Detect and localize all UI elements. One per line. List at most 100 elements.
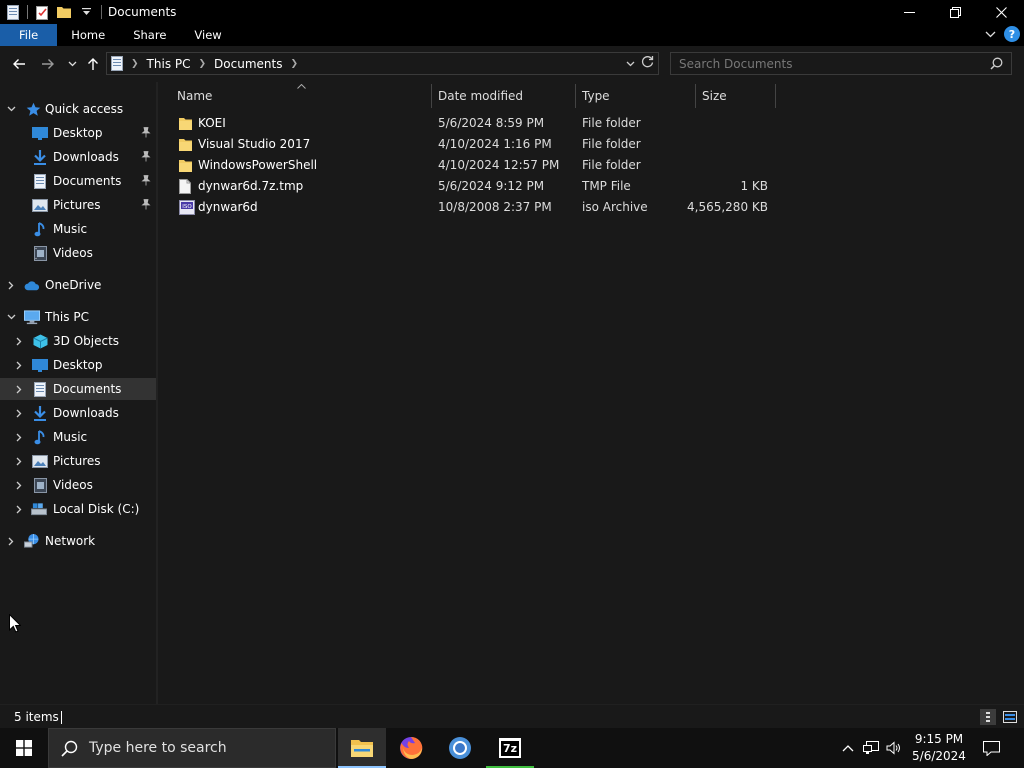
folder-icon <box>179 116 193 131</box>
star-icon <box>25 101 41 117</box>
expand-chevron-icon[interactable] <box>14 408 24 418</box>
file-row-windowspowershell[interactable]: WindowsPowerShell 4/10/2024 12:57 PM Fil… <box>174 155 774 176</box>
file-name: dynwar6d <box>198 200 258 214</box>
nav-pc-documents[interactable]: Documents <box>0 378 156 400</box>
tab-share[interactable]: Share <box>119 24 180 46</box>
breadcrumb-this-pc[interactable]: This PC <box>147 57 191 71</box>
breadcrumb-separator-icon[interactable]: ❯ <box>131 59 139 69</box>
nav-quick-access[interactable]: Quick access <box>0 98 156 120</box>
file-name: KOEI <box>198 116 226 130</box>
pin-icon[interactable] <box>141 199 151 213</box>
expand-chevron-icon[interactable] <box>14 384 24 394</box>
expand-chevron-icon[interactable] <box>14 360 24 370</box>
taskbar-clock[interactable]: 9:15 PM 5/6/2024 <box>905 731 973 765</box>
expand-chevron-icon[interactable] <box>14 456 24 466</box>
column-header-date-modified[interactable]: Date modified <box>438 84 523 108</box>
nav-quick-videos[interactable]: Videos <box>0 242 156 264</box>
nav-quick-pictures[interactable]: Pictures <box>0 194 156 216</box>
tab-file[interactable]: File <box>0 24 58 46</box>
file-date: 4/10/2024 1:16 PM <box>438 137 552 151</box>
taskbar-file-explorer[interactable] <box>338 728 386 768</box>
taskbar-search-input[interactable]: Type here to search <box>89 740 227 756</box>
refresh-icon[interactable] <box>641 55 654 71</box>
nav-this-pc[interactable]: This PC <box>0 306 156 328</box>
nav-quick-music[interactable]: Music <box>0 218 156 240</box>
expand-chevron-icon[interactable] <box>14 480 24 490</box>
expand-chevron-icon[interactable] <box>6 536 16 546</box>
expand-chevron-icon[interactable] <box>6 280 16 290</box>
column-divider[interactable] <box>431 84 432 108</box>
search-box[interactable]: Search Documents <box>670 52 1012 75</box>
volume-tray-button[interactable] <box>884 728 904 768</box>
expand-chevron-icon[interactable] <box>14 432 24 442</box>
expand-ribbon-chevron-icon[interactable] <box>985 27 996 41</box>
address-dropdown-chevron-icon[interactable] <box>626 56 635 70</box>
nav-item-label: Documents <box>53 382 122 396</box>
taskbar-chrome[interactable] <box>436 728 484 768</box>
show-hidden-icons-button[interactable] <box>838 728 858 768</box>
properties-icon[interactable] <box>34 4 50 20</box>
document-app-icon[interactable] <box>5 4 21 20</box>
breadcrumb-separator-icon[interactable]: ❯ <box>290 59 298 69</box>
up-button[interactable] <box>83 54 103 74</box>
tab-view[interactable]: View <box>180 24 235 46</box>
nav-quick-documents[interactable]: Documents <box>0 170 156 192</box>
nav-network[interactable]: Network <box>0 530 156 552</box>
recent-locations-button[interactable] <box>62 54 82 74</box>
search-input[interactable]: Search Documents <box>679 57 792 71</box>
nav-pc-downloads[interactable]: Downloads <box>0 402 156 424</box>
column-divider[interactable] <box>575 84 576 108</box>
large-icons-view-button[interactable] <box>1002 709 1018 725</box>
collapse-chevron-icon[interactable] <box>6 104 16 114</box>
nav-pc-videos[interactable]: Videos <box>0 474 156 496</box>
collapse-chevron-icon[interactable] <box>6 312 16 322</box>
new-folder-icon[interactable] <box>56 4 72 20</box>
taskbar-7zip[interactable]: 7z <box>486 728 534 768</box>
download-arrow-icon <box>32 149 48 165</box>
forward-arrow-icon <box>42 59 54 69</box>
taskbar-search-box[interactable]: Type here to search <box>48 728 336 768</box>
notification-icon <box>982 740 1000 756</box>
file-row-dynwar6d[interactable]: ISO dynwar6d 10/8/2008 2:37 PM iso Archi… <box>174 197 774 218</box>
column-header-size[interactable]: Size <box>702 84 727 108</box>
nav-pc-3d-objects[interactable]: 3D Objects <box>0 330 156 352</box>
firefox-icon <box>400 736 423 759</box>
details-view-button[interactable] <box>980 709 996 725</box>
nav-pc-desktop[interactable]: Desktop <box>0 354 156 376</box>
file-row-visual-studio-2017[interactable]: Visual Studio 2017 4/10/2024 1:16 PM Fil… <box>174 134 774 155</box>
pin-icon[interactable] <box>141 151 151 165</box>
expand-chevron-icon[interactable] <box>14 336 24 346</box>
restore-button[interactable] <box>932 0 978 24</box>
close-button[interactable] <box>978 0 1024 24</box>
customize-qat-chevron-icon[interactable] <box>78 4 94 20</box>
chevron-up-icon <box>842 744 854 751</box>
column-divider[interactable] <box>775 84 776 108</box>
start-button[interactable] <box>0 728 48 768</box>
expand-chevron-icon[interactable] <box>14 504 24 514</box>
pin-icon[interactable] <box>141 127 151 141</box>
tab-home[interactable]: Home <box>57 24 119 46</box>
breadcrumb-documents[interactable]: Documents <box>214 57 282 71</box>
address-bar[interactable]: ❯ This PC ❯ Documents ❯ <box>106 52 659 75</box>
nav-pc-music[interactable]: Music <box>0 426 156 448</box>
nav-quick-desktop[interactable]: Desktop <box>0 122 156 144</box>
column-header-name[interactable]: Name <box>177 84 212 108</box>
action-center-button[interactable] <box>980 728 1002 768</box>
nav-onedrive[interactable]: OneDrive <box>0 274 156 296</box>
column-divider[interactable] <box>695 84 696 108</box>
nav-pc-pictures[interactable]: Pictures <box>0 450 156 472</box>
folder-icon <box>179 137 193 152</box>
minimize-button[interactable] <box>886 0 932 24</box>
help-icon[interactable]: ? <box>1004 26 1020 42</box>
network-tray-button[interactable] <box>861 728 881 768</box>
file-row-dynwar6d-7z-tmp[interactable]: dynwar6d.7z.tmp 5/6/2024 9:12 PM TMP Fil… <box>174 176 774 197</box>
breadcrumb-separator-icon[interactable]: ❯ <box>199 59 207 69</box>
pin-icon[interactable] <box>141 175 151 189</box>
file-row-koei[interactable]: KOEI 5/6/2024 8:59 PM File folder <box>174 113 774 134</box>
column-header-type[interactable]: Type <box>582 84 610 108</box>
forward-button[interactable] <box>38 54 58 74</box>
taskbar-firefox[interactable] <box>387 728 435 768</box>
back-button[interactable] <box>9 54 29 74</box>
nav-quick-downloads[interactable]: Downloads <box>0 146 156 168</box>
nav-pc-local-disk[interactable]: Local Disk (C:) <box>0 498 156 520</box>
